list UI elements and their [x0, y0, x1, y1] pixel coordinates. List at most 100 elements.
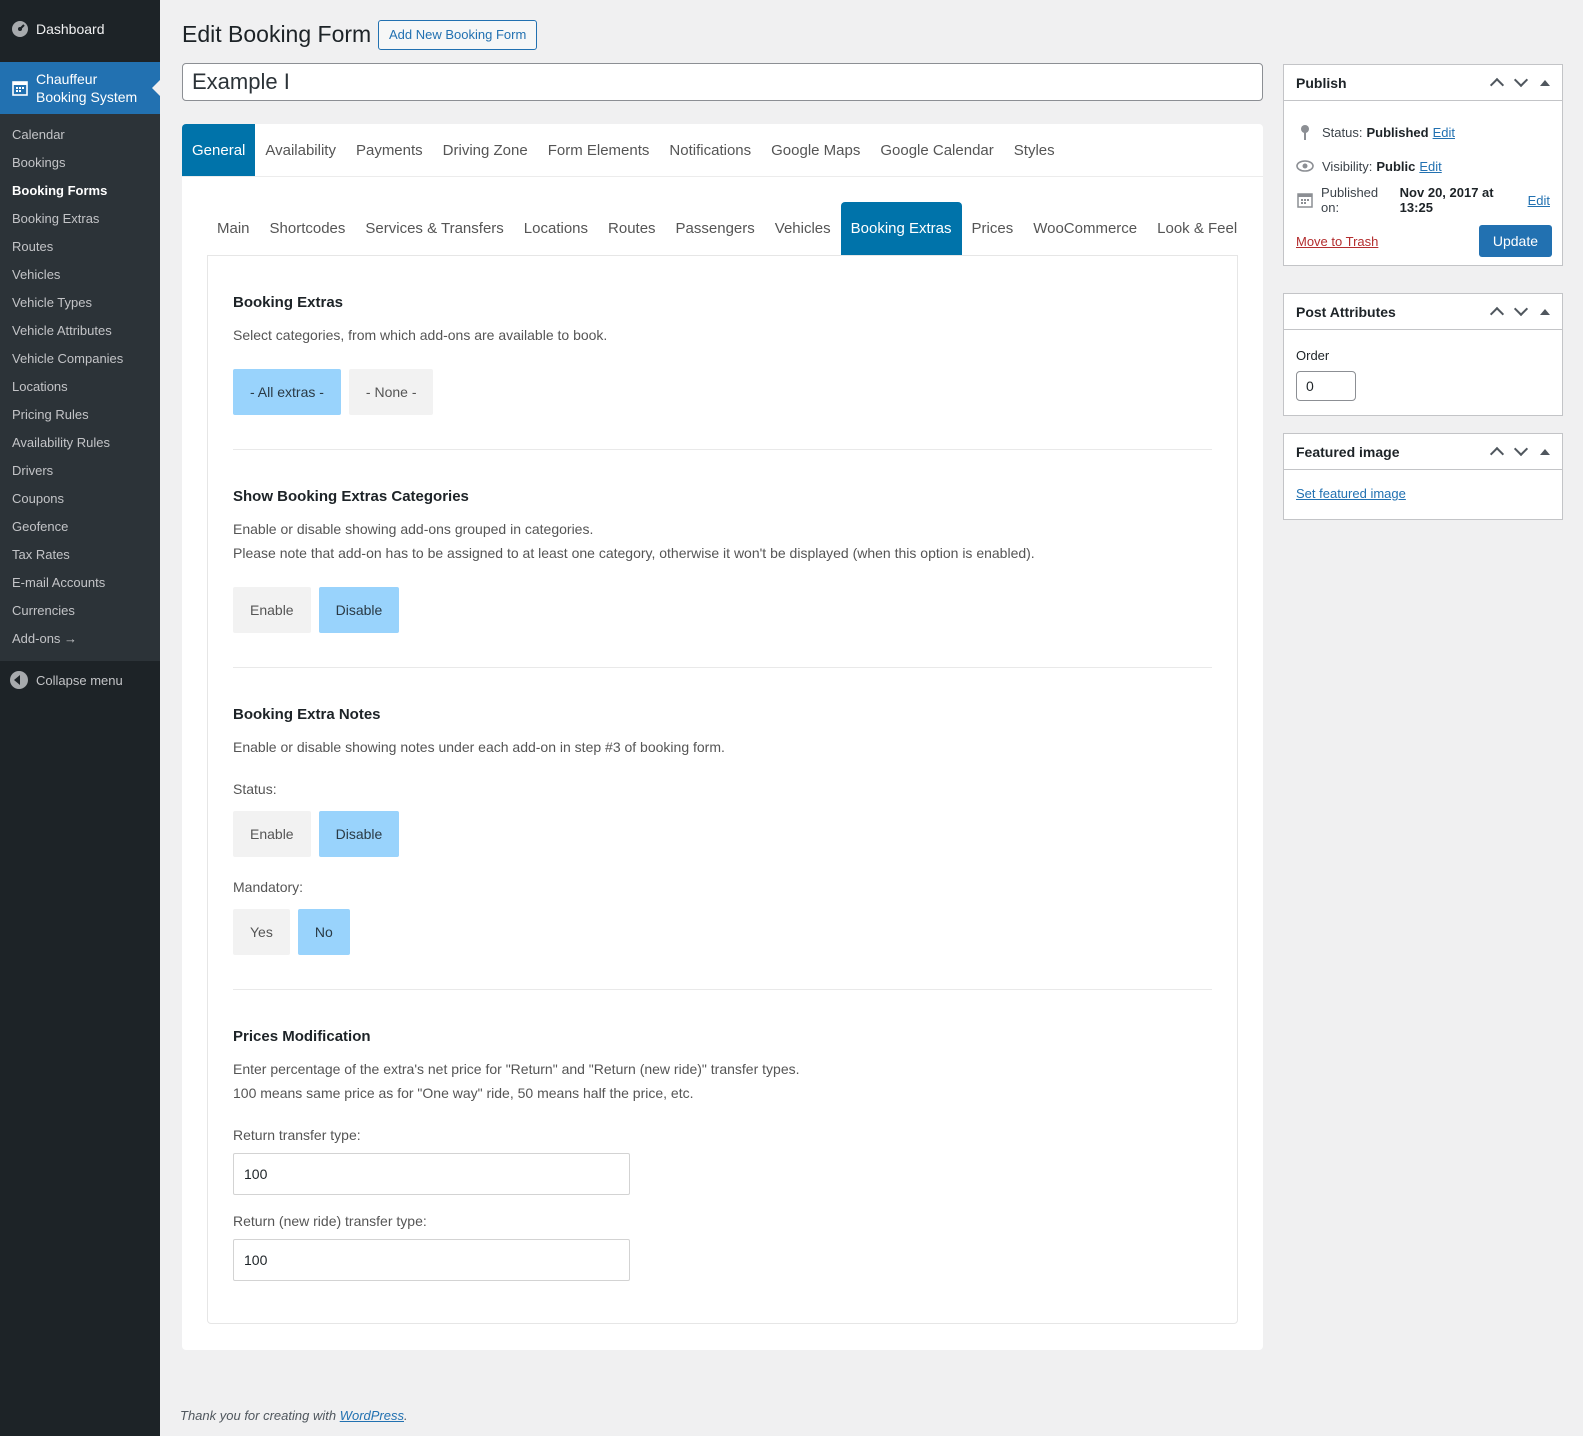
section-title: Booking Extra Notes: [233, 706, 381, 723]
order-input[interactable]: 0: [1296, 371, 1356, 401]
publish-actions: Move to Trash Update: [1284, 217, 1562, 265]
calendar-icon: [10, 78, 30, 98]
toggle-panel-icon[interactable]: [1540, 79, 1550, 86]
section-description-1: Enter percentage of the extra's net pric…: [233, 1061, 800, 1077]
submenu-tax-rates[interactable]: Tax Rates: [0, 541, 160, 569]
tab-google-calendar[interactable]: Google Calendar: [870, 124, 1003, 176]
toggle-panel-icon[interactable]: [1540, 448, 1550, 455]
tab-general[interactable]: General: [182, 124, 256, 176]
collapse-menu-button[interactable]: Collapse menu: [0, 661, 160, 699]
subtab-booking-extras[interactable]: Booking Extras: [840, 202, 962, 255]
toggle-panel-icon[interactable]: [1540, 308, 1550, 315]
mandatory-no-button[interactable]: No: [297, 909, 350, 955]
section-description: Enable or disable showing notes under ea…: [233, 739, 725, 755]
submenu-coupons[interactable]: Coupons: [0, 485, 160, 513]
submenu-booking-forms[interactable]: Booking Forms: [0, 177, 160, 205]
categories-disable-button[interactable]: Disable: [318, 587, 400, 633]
subtab-main[interactable]: Main: [207, 202, 260, 255]
dashboard-icon: [10, 19, 30, 39]
edit-status-link[interactable]: Edit: [1433, 125, 1455, 140]
move-down-icon[interactable]: [1513, 441, 1529, 457]
move-down-icon[interactable]: [1513, 301, 1529, 317]
submenu-currencies[interactable]: Currencies: [0, 597, 160, 625]
tab-form-elements[interactable]: Form Elements: [538, 124, 660, 176]
featured-image-title: Featured image: [1296, 443, 1400, 460]
subtab-routes[interactable]: Routes: [598, 202, 666, 255]
subtab-passengers[interactable]: Passengers: [666, 202, 765, 255]
status-value: Published: [1366, 124, 1429, 140]
subtab-services-transfers[interactable]: Services & Transfers: [355, 202, 513, 255]
submenu-booking-extras[interactable]: Booking Extras: [0, 205, 160, 233]
move-down-icon[interactable]: [1513, 72, 1529, 88]
submenu-email-accounts[interactable]: E-mail Accounts: [0, 569, 160, 597]
tab-driving-zone[interactable]: Driving Zone: [433, 124, 538, 176]
submenu-vehicle-attributes[interactable]: Vehicle Attributes: [0, 317, 160, 345]
submenu-vehicle-types[interactable]: Vehicle Types: [0, 289, 160, 317]
calendar-small-icon: [1296, 191, 1313, 209]
return-new-ride-input[interactable]: 100: [233, 1239, 630, 1281]
status-label: Status:: [233, 781, 277, 797]
visibility-label: Visibility:: [1322, 158, 1373, 174]
menu-dashboard[interactable]: Dashboard: [0, 12, 160, 46]
move-up-icon[interactable]: [1489, 77, 1505, 93]
edit-visibility-link[interactable]: Edit: [1419, 159, 1441, 174]
submenu-vehicles[interactable]: Vehicles: [0, 261, 160, 289]
move-up-icon[interactable]: [1489, 306, 1505, 322]
post-title-input[interactable]: Example I: [182, 63, 1263, 101]
none-extras-button[interactable]: - None -: [348, 369, 434, 415]
submenu-geofence[interactable]: Geofence: [0, 513, 160, 541]
set-featured-image-link[interactable]: Set featured image: [1296, 486, 1406, 501]
footer-text: Thank you for creating with: [180, 1408, 340, 1423]
add-new-booking-form-button[interactable]: Add New Booking Form: [378, 20, 538, 50]
move-to-trash-link[interactable]: Move to Trash: [1296, 234, 1378, 249]
tab-styles[interactable]: Styles: [1004, 124, 1065, 176]
tab-payments[interactable]: Payments: [346, 124, 433, 176]
submenu-vehicle-companies[interactable]: Vehicle Companies: [0, 345, 160, 373]
main-tabs: General Availability Payments Driving Zo…: [182, 124, 1263, 177]
publish-visibility-row: Visibility: Public Edit: [1284, 149, 1562, 183]
tab-notifications[interactable]: Notifications: [659, 124, 761, 176]
visibility-value: Public: [1376, 158, 1416, 174]
subtab-shortcodes[interactable]: Shortcodes: [260, 202, 356, 255]
submenu-drivers[interactable]: Drivers: [0, 457, 160, 485]
submenu-availability-rules[interactable]: Availability Rules: [0, 429, 160, 457]
pin-icon: [1296, 123, 1314, 141]
submenu-calendar[interactable]: Calendar: [0, 121, 160, 149]
subtab-vehicles[interactable]: Vehicles: [765, 202, 841, 255]
subtab-look-feel[interactable]: Look & Feel: [1147, 202, 1247, 255]
section-title: Booking Extras: [233, 294, 344, 311]
submenu-add-ons[interactable]: Add-ons →: [0, 625, 160, 653]
all-extras-button[interactable]: - All extras -: [233, 369, 341, 415]
submenu-locations[interactable]: Locations: [0, 373, 160, 401]
mandatory-yes-button[interactable]: Yes: [233, 909, 290, 955]
wordpress-link[interactable]: WordPress: [340, 1408, 404, 1423]
menu-chauffeur-booking-system[interactable]: Chauffeur Booking System: [0, 62, 160, 114]
mandatory-label: Mandatory:: [233, 879, 304, 895]
notes-enable-button[interactable]: Enable: [233, 811, 311, 857]
submenu-routes[interactable]: Routes: [0, 233, 160, 261]
categories-enable-button[interactable]: Enable: [233, 587, 311, 633]
publish-status-row: Status: Published Edit: [1284, 115, 1562, 149]
subtab-prices[interactable]: Prices: [962, 202, 1024, 255]
subtab-locations[interactable]: Locations: [514, 202, 598, 255]
submenu-pricing-rules[interactable]: Pricing Rules: [0, 401, 160, 429]
collapse-menu-label: Collapse menu: [36, 672, 123, 688]
notes-disable-button[interactable]: Disable: [318, 811, 400, 857]
tab-google-maps[interactable]: Google Maps: [761, 124, 870, 176]
subtab-woocommerce[interactable]: WooCommerce: [1023, 202, 1147, 255]
post-attributes-box: Post Attributes Order 0: [1283, 293, 1563, 416]
admin-sidebar: Dashboard Chauffeur Booking System Calen…: [0, 0, 160, 1436]
edit-date-link[interactable]: Edit: [1528, 193, 1550, 208]
menu-dashboard-label: Dashboard: [36, 21, 105, 37]
return-new-ride-label: Return (new ride) transfer type:: [233, 1213, 427, 1229]
status-label: Status:: [1322, 124, 1363, 140]
tab-availability[interactable]: Availability: [255, 124, 346, 176]
section-description-2: 100 means same price as for "One way" ri…: [233, 1085, 694, 1101]
post-attributes-title: Post Attributes: [1296, 303, 1396, 320]
publish-box-header: Publish: [1284, 65, 1562, 101]
submenu-bookings[interactable]: Bookings: [0, 149, 160, 177]
published-label: Published on:: [1321, 185, 1379, 215]
return-transfer-input[interactable]: 100: [233, 1153, 630, 1195]
update-button[interactable]: Update: [1478, 225, 1552, 257]
move-up-icon[interactable]: [1489, 446, 1505, 462]
